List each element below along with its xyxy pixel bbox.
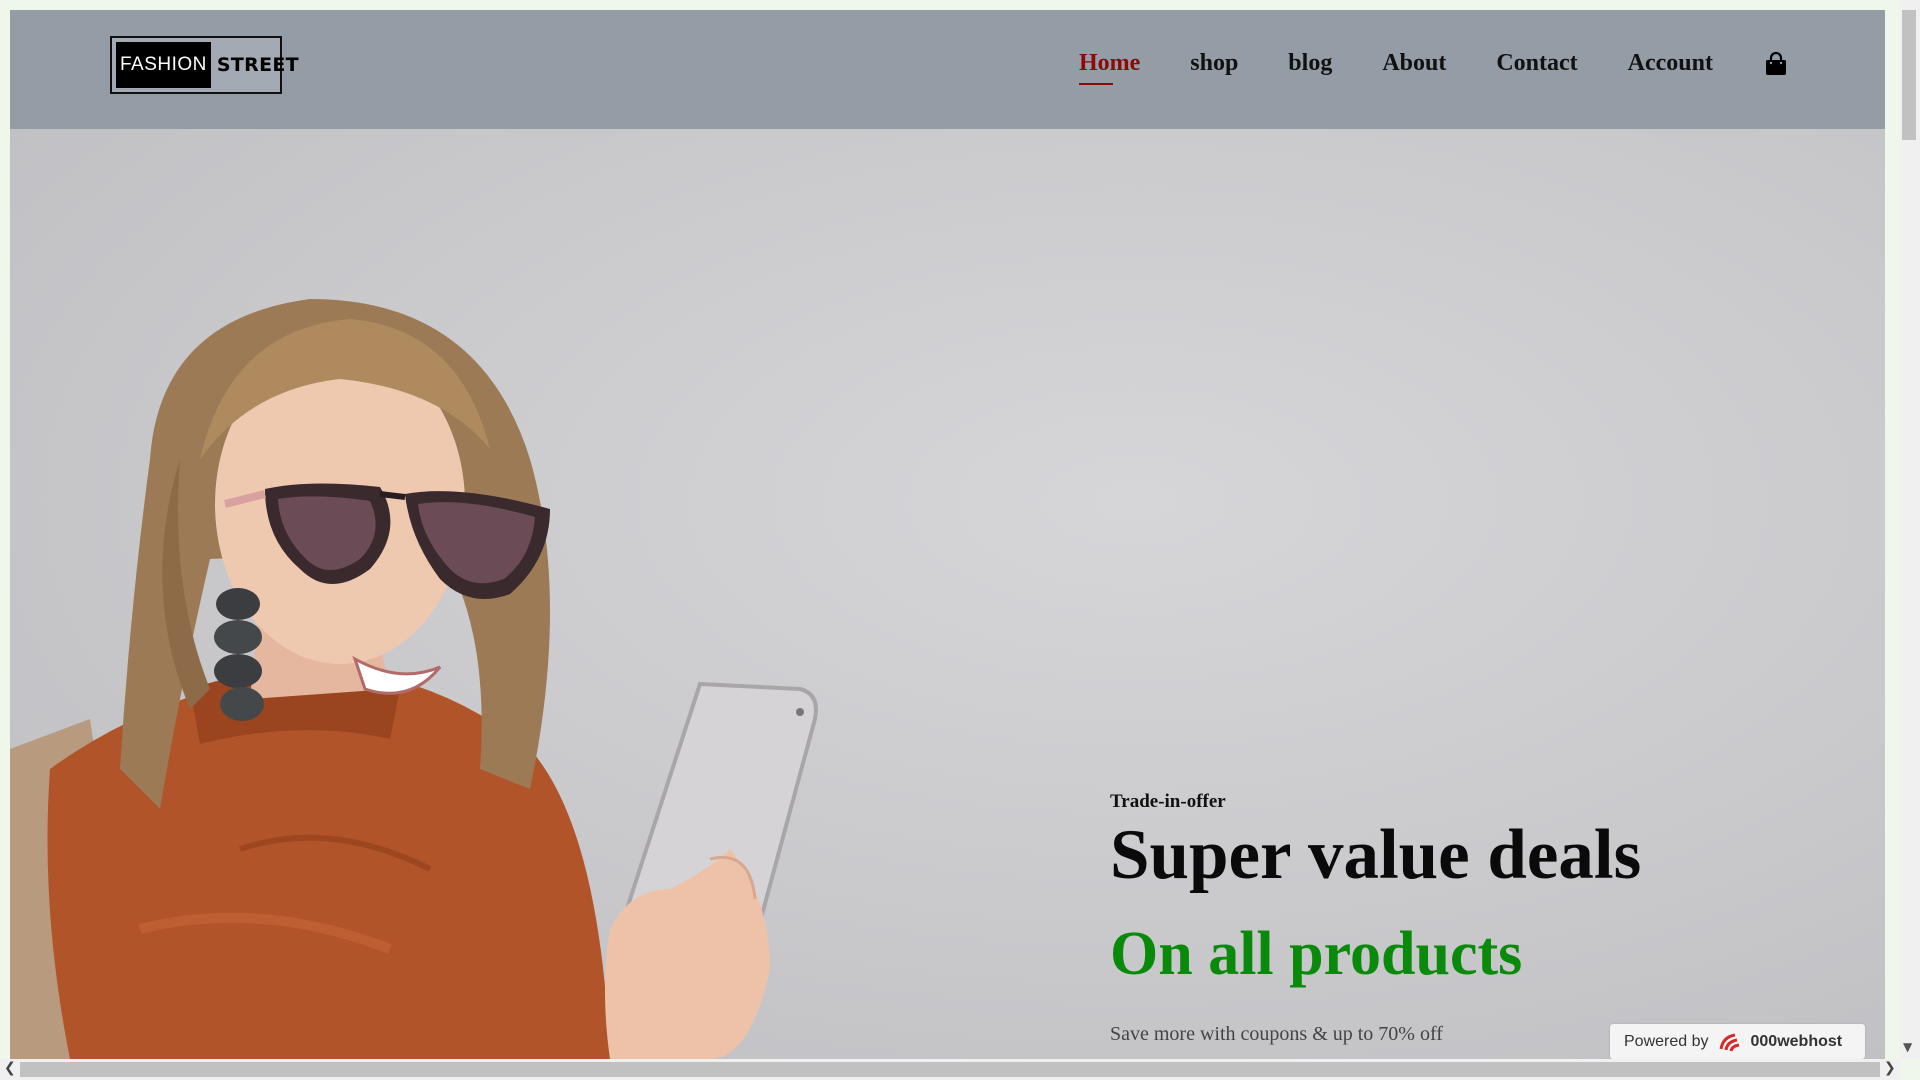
hero-headline: Super value deals	[1110, 816, 1642, 894]
scroll-right-arrow-icon[interactable]: ❯	[1884, 1060, 1896, 1076]
hero-model-photo	[10, 299, 818, 1059]
site-header: FASHION STREET Home shop blog About Cont…	[10, 10, 1885, 129]
main-nav: Home shop blog About Contact Account	[1029, 50, 1789, 85]
hero-banner: Trade-in-offer Super value deals On all …	[10, 129, 1885, 1059]
logo-left-text: FASHION	[116, 42, 211, 88]
vertical-scrollbar[interactable]	[1900, 0, 1920, 1059]
vertical-scrollbar-thumb[interactable]	[1902, 10, 1916, 140]
hero-caption: Save more with coupons & up to 70% off	[1110, 1023, 1443, 1045]
nav-shop[interactable]: shop	[1190, 50, 1238, 77]
nav-about[interactable]: About	[1382, 50, 1446, 77]
powered-by-badge[interactable]: Powered by 000webhost	[1610, 1024, 1865, 1059]
scroll-left-arrow-icon[interactable]: ❮	[4, 1060, 16, 1076]
webhost-brand: 000webhost	[1750, 1032, 1843, 1050]
webhost-logo-icon	[1719, 1033, 1739, 1051]
page-viewport: FASHION STREET Home shop blog About Cont…	[10, 10, 1885, 1059]
nav-contact[interactable]: Contact	[1496, 50, 1577, 77]
nav-blog[interactable]: blog	[1288, 50, 1332, 77]
shopping-bag-icon[interactable]	[1763, 51, 1789, 77]
logo-right-text: STREET	[216, 54, 299, 76]
hero-text-block: Trade-in-offer Super value deals On all …	[1110, 791, 1641, 1046]
powered-by-label: Powered by	[1624, 1032, 1709, 1050]
hero-subheadline: On all products	[1110, 920, 1523, 988]
nav-home[interactable]: Home	[1078, 50, 1140, 85]
nav-account[interactable]: Account	[1628, 50, 1713, 77]
site-logo[interactable]: FASHION STREET	[110, 36, 299, 94]
hero-tagline: Trade-in-offer	[1110, 791, 1226, 812]
horizontal-scrollbar-thumb[interactable]	[20, 1062, 1880, 1077]
scroll-down-arrow-icon[interactable]: ▼	[1903, 1040, 1912, 1054]
